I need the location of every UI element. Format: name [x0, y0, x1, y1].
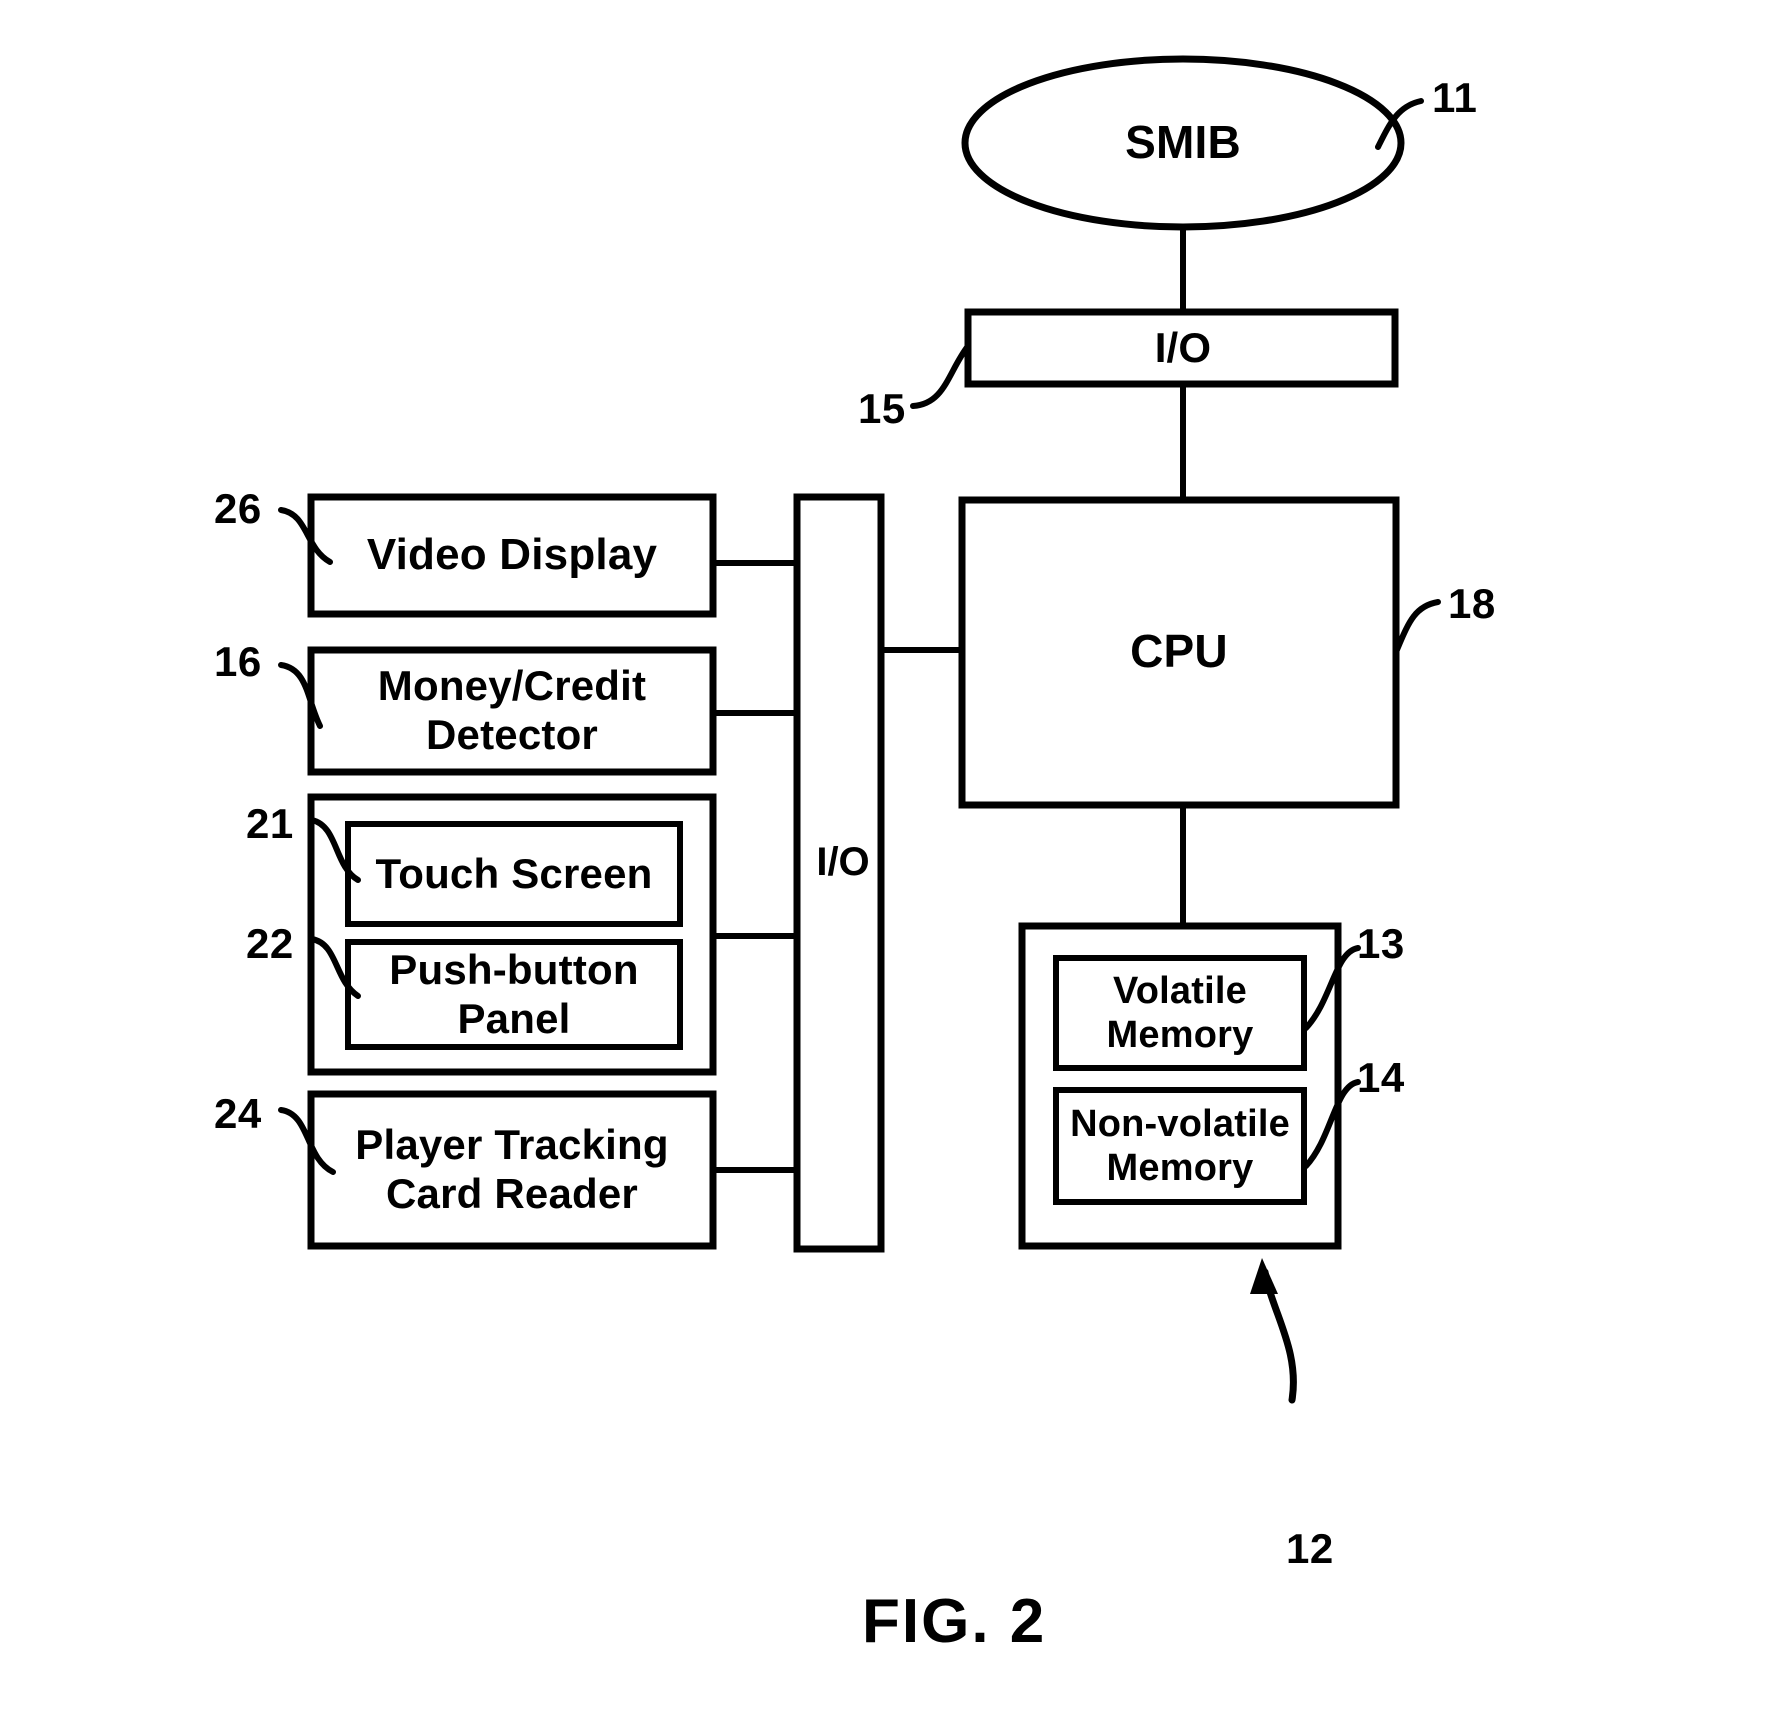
reference-numeral-15: 15	[858, 385, 906, 432]
reference-numeral-18: 18	[1448, 580, 1496, 627]
leader-line-15	[910, 343, 971, 409]
reference-numeral-26: 26	[214, 485, 262, 532]
leader-line-18	[1393, 599, 1441, 655]
reference-numeral-22: 22	[246, 920, 294, 967]
io-bus-label: I/O	[816, 840, 870, 884]
diagram-canvas	[278, 55, 1441, 1404]
patent-figure: SMIB I/O I/O CPU Volatile Memory Non-vol…	[0, 0, 1777, 1712]
arrowhead-12	[1250, 1258, 1278, 1294]
video-display-box	[307, 493, 717, 618]
reference-numeral-12: 12	[1286, 1525, 1334, 1572]
money-credit-detector-box	[307, 646, 717, 776]
nonvolatile-memory-box	[1053, 1087, 1307, 1205]
reference-numeral-16: 16	[214, 638, 262, 685]
figure-caption: FIG. 2	[862, 1587, 1047, 1656]
reference-numeral-14: 14	[1357, 1054, 1405, 1101]
push-button-panel-box	[345, 939, 683, 1050]
reference-numeral-21: 21	[246, 800, 294, 847]
touch-screen-box	[345, 821, 683, 927]
reference-numeral-13: 13	[1357, 920, 1405, 967]
smib-ellipse	[961, 55, 1405, 231]
reference-numeral-11: 11	[1432, 74, 1478, 121]
player-tracking-card-reader-box	[307, 1090, 717, 1250]
cpu-box	[958, 496, 1400, 809]
io-top-box	[964, 308, 1399, 388]
volatile-memory-box	[1053, 955, 1307, 1071]
reference-numeral-24: 24	[214, 1090, 262, 1137]
